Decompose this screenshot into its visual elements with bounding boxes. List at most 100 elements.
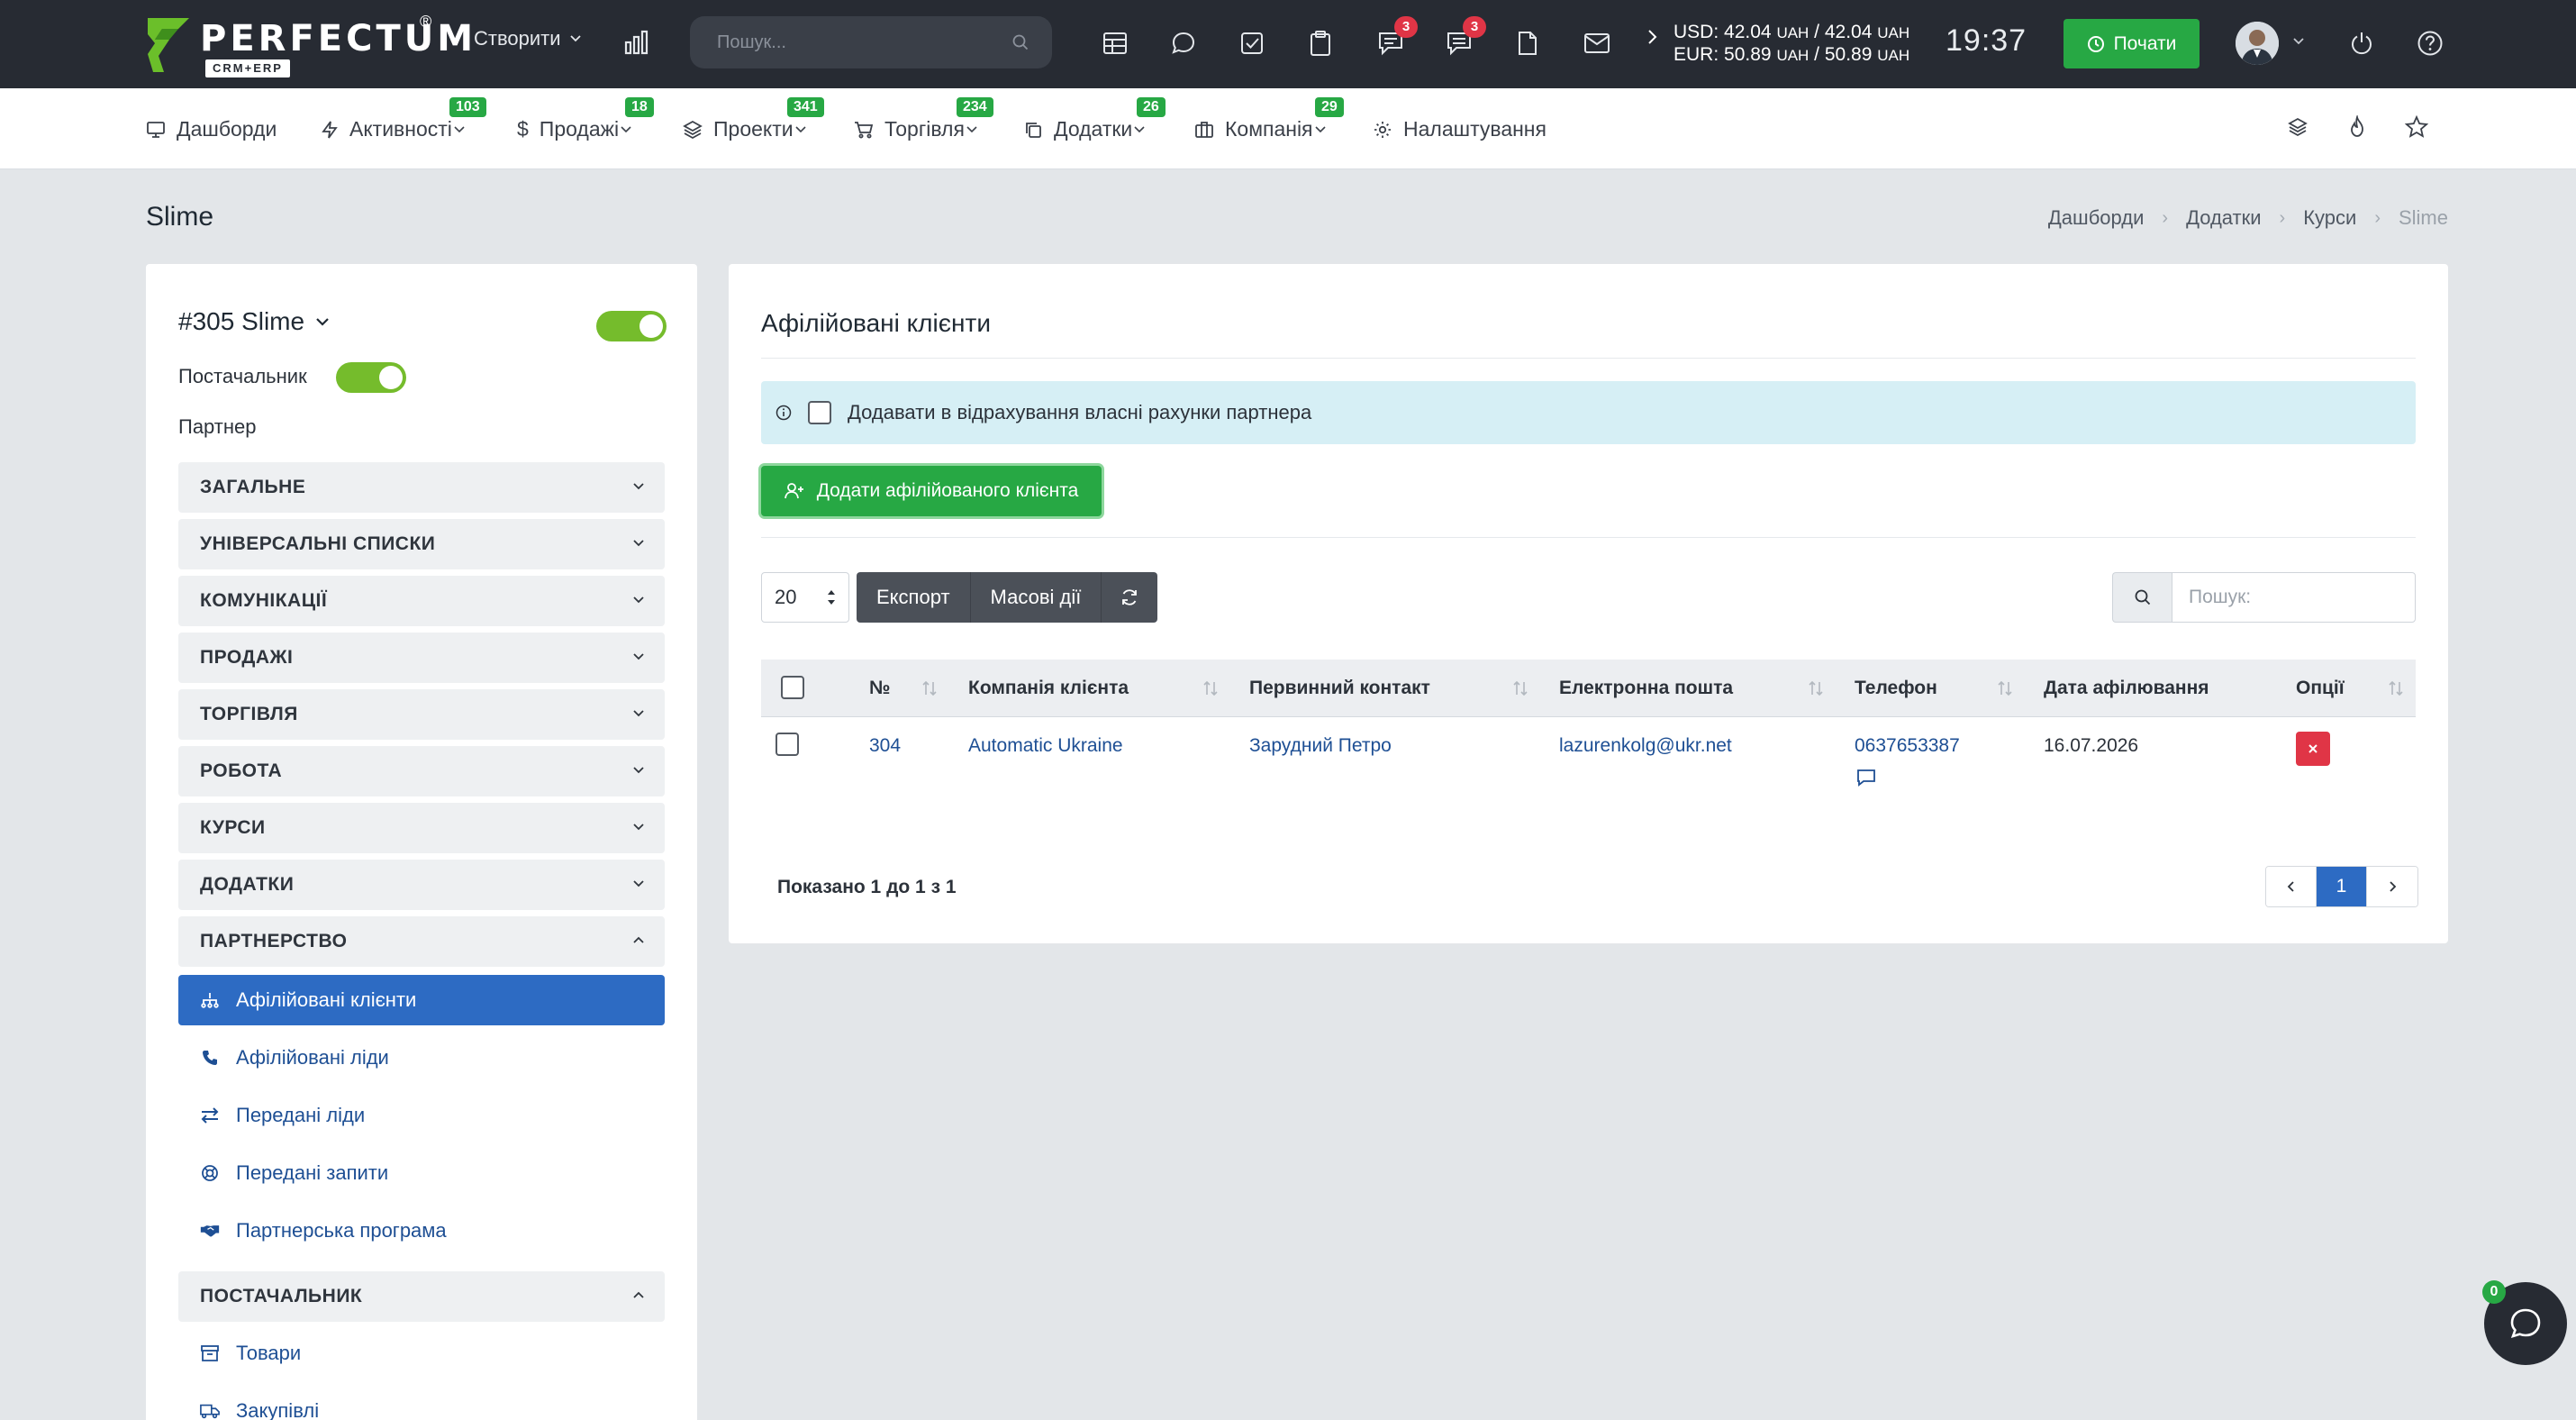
bulk-actions-button[interactable]: Масові дії	[970, 572, 1102, 623]
nav-trade[interactable]: Торгівля 234	[854, 97, 993, 141]
chevron-right-icon[interactable]	[1646, 29, 1657, 45]
refresh-button[interactable]	[1102, 572, 1158, 623]
chevron-down-icon	[633, 596, 644, 604]
row-number[interactable]: 304	[869, 735, 901, 757]
column-options[interactable]: Опції	[2296, 660, 2345, 717]
row-checkbox[interactable]	[776, 733, 799, 756]
section-communications[interactable]: КОМУНІКАЦІЇ	[178, 576, 665, 626]
sort-icon[interactable]	[1202, 679, 1219, 697]
export-button[interactable]: Експорт	[857, 572, 971, 623]
sms-icon[interactable]	[1856, 769, 1876, 787]
chat-icon[interactable]	[1169, 29, 1198, 58]
sidebar-item-transferred-requests[interactable]: Передані запити	[178, 1148, 665, 1198]
table-header: № Компанія клієнта Первинний контакт Еле…	[761, 660, 2416, 717]
document-icon[interactable]	[1513, 29, 1542, 58]
sidebar-item-label: Афілійовані ліди	[236, 1046, 389, 1069]
chevron-down-icon	[633, 653, 644, 660]
nav-settings-label: Налаштування	[1403, 117, 1547, 141]
tasks-icon[interactable]	[1238, 29, 1266, 58]
pagination-next[interactable]	[2367, 867, 2417, 906]
chevron-down-icon[interactable]	[2293, 38, 2304, 45]
star-icon[interactable]	[2405, 115, 2428, 139]
add-affiliated-client-button[interactable]: Додати афілійованого клієнта	[761, 466, 1102, 516]
nav-dashboards[interactable]: Дашборди	[146, 117, 277, 141]
record-title-dropdown[interactable]: #305 Slime	[178, 307, 330, 336]
section-universal-lists[interactable]: УНІВЕРСАЛЬНІ СПИСКИ	[178, 519, 665, 569]
nav-projects[interactable]: Проекти 341	[683, 97, 824, 141]
logo-registered: ®	[420, 13, 432, 31]
logo[interactable]: PERFECTUM ® CRM+ERP	[146, 13, 473, 77]
supplier-toggle[interactable]	[336, 362, 406, 393]
rate-eur: EUR: 50.89 UAH / 50.89 UAH	[1673, 44, 1910, 65]
clipboard-icon[interactable]	[1306, 29, 1335, 58]
calendar-table-icon[interactable]	[1101, 29, 1129, 58]
nav-settings[interactable]: Налаштування	[1373, 117, 1547, 141]
pagination-page[interactable]: 1	[2317, 867, 2367, 906]
mail-icon[interactable]	[1582, 29, 1612, 58]
sidebar-item-affiliated-clients[interactable]: Афілійовані клієнти	[178, 975, 665, 1025]
sidebar-item-label: Передані ліди	[236, 1104, 366, 1126]
partner-label: Партнер	[178, 415, 257, 438]
global-search-input[interactable]	[717, 16, 1005, 68]
breadcrumb-addons[interactable]: Додатки	[2186, 206, 2261, 230]
layers-icon[interactable]	[2286, 115, 2309, 139]
fire-icon[interactable]	[2345, 115, 2369, 139]
sidebar-item-purchases[interactable]: Закупівлі	[178, 1386, 665, 1420]
section-trade[interactable]: ТОРГІВЛЯ	[178, 689, 665, 740]
row-phone[interactable]: 0637653387	[1855, 735, 1960, 757]
column-client-company[interactable]: Компанія клієнта	[968, 660, 1129, 717]
row-company[interactable]: Automatic Ukraine	[968, 735, 1123, 757]
sidebar-item-transferred-leads[interactable]: Передані ліди	[178, 1090, 665, 1141]
chevron-down-icon	[633, 540, 644, 547]
breadcrumb: Дашборди › Додатки › Курси › Slime	[2048, 206, 2448, 230]
nav-addons[interactable]: Додатки 26	[1023, 97, 1166, 141]
column-number[interactable]: №	[869, 660, 890, 717]
delete-button[interactable]	[2296, 732, 2330, 766]
sidebar-item-affiliated-leads[interactable]: Афілійовані ліди	[178, 1033, 665, 1083]
column-phone[interactable]: Телефон	[1855, 660, 1937, 717]
section-addons[interactable]: ДОДАТКИ	[178, 860, 665, 910]
profile-sidebar: #305 Slime Постачальник Партнер ЗАГАЛЬНЕ…	[146, 264, 697, 1420]
column-affiliation-date[interactable]: Дата афілювання	[2044, 660, 2209, 717]
start-timer-button[interactable]: Почати	[2064, 19, 2200, 68]
section-sales[interactable]: ПРОДАЖІ	[178, 633, 665, 683]
own-invoices-checkbox[interactable]	[808, 401, 831, 424]
section-general[interactable]: ЗАГАЛЬНЕ	[178, 462, 665, 513]
sort-icon[interactable]	[1997, 679, 2013, 697]
help-icon[interactable]	[2416, 29, 2444, 58]
sort-icon[interactable]	[1808, 679, 1824, 697]
row-email[interactable]: lazurenkolg@ukr.net	[1559, 735, 1732, 757]
create-label: Створити	[474, 27, 561, 50]
table-search-input[interactable]	[2172, 572, 2416, 623]
power-icon[interactable]	[2347, 29, 2376, 58]
nav-activities[interactable]: Активності 103	[321, 97, 486, 141]
messages-icon[interactable]: 3	[1376, 16, 1418, 58]
section-partnership[interactable]: ПАРТНЕРСТВО	[178, 916, 665, 967]
column-email[interactable]: Електронна пошта	[1559, 660, 1733, 717]
create-dropdown[interactable]: Створити	[474, 27, 581, 50]
sidebar-item-products[interactable]: Товари	[178, 1328, 665, 1379]
section-work[interactable]: РОБОТА	[178, 746, 665, 796]
sort-icon[interactable]	[2388, 679, 2404, 697]
column-primary-contact[interactable]: Первинний контакт	[1249, 660, 1430, 717]
stats-icon[interactable]	[621, 27, 652, 58]
briefcase-icon	[1195, 121, 1213, 138]
nav-company[interactable]: Компанія 29	[1194, 97, 1344, 141]
avatar[interactable]	[2236, 22, 2279, 65]
sort-icon[interactable]	[921, 679, 938, 697]
section-courses[interactable]: КУРСИ	[178, 803, 665, 853]
sidebar-item-partner-program[interactable]: Партнерська програма	[178, 1206, 665, 1256]
nav-sales[interactable]: $ Продажі 18	[517, 97, 654, 141]
page-length-select[interactable]: 20	[761, 572, 849, 623]
global-search[interactable]	[690, 16, 1052, 68]
breadcrumb-dashboards[interactable]: Дашборди	[2048, 206, 2144, 230]
active-toggle[interactable]	[596, 311, 667, 341]
comments-icon[interactable]: 3	[1445, 16, 1486, 58]
sort-icon[interactable]	[1512, 679, 1528, 697]
breadcrumb-courses[interactable]: Курси	[2303, 206, 2356, 230]
select-all-checkbox[interactable]	[781, 676, 804, 699]
pagination-previous[interactable]	[2266, 867, 2317, 906]
row-contact[interactable]: Зарудний Петро	[1249, 735, 1392, 757]
support-chat-button[interactable]: 0	[2482, 1280, 2567, 1365]
section-supplier[interactable]: ПОСТАЧАЛЬНИК	[178, 1271, 665, 1322]
